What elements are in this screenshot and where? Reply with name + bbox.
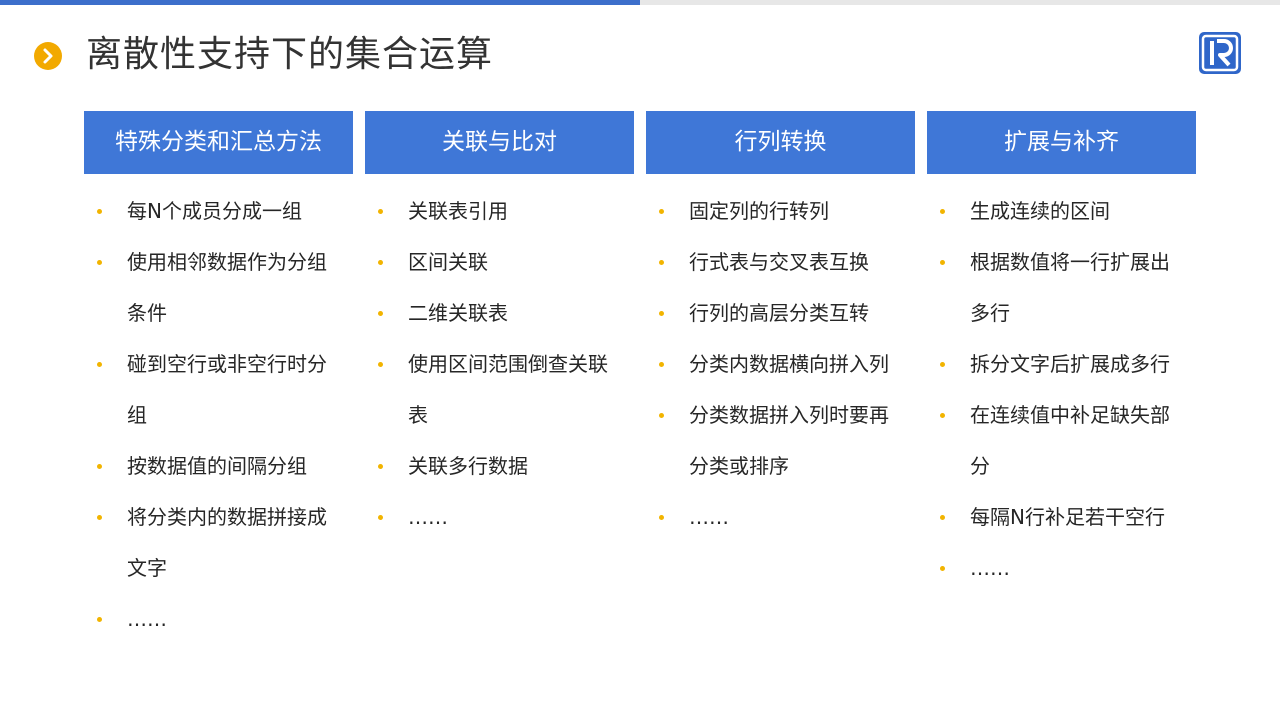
list-item: 关联多行数据 — [365, 441, 634, 492]
bullet-dot — [659, 515, 664, 520]
column-expand-fill: 扩展与补齐 生成连续的区间 根据数值将一行扩展出多行 拆分文字后扩展成多行 在连… — [927, 111, 1196, 594]
bullet-dot — [659, 260, 664, 265]
bullet-dot — [97, 260, 102, 265]
bullet-dot — [940, 413, 945, 418]
list-item-text: 碰到空行或非空行时分组 — [127, 352, 327, 427]
list-item-text: 将分类内的数据拼接成文字 — [127, 505, 327, 580]
column-association: 关联与比对 关联表引用 区间关联 二维关联表 使用区间范围倒查关联表 关联多行数… — [365, 111, 634, 543]
list-item-text: 区间关联 — [408, 250, 488, 274]
bullet-dot — [940, 566, 945, 571]
bullet-dot — [97, 617, 102, 622]
list-item: …… — [927, 543, 1196, 594]
list-item-text: 分类内数据横向拼入列 — [689, 352, 889, 376]
list-item: 二维关联表 — [365, 288, 634, 339]
list-item: 分类数据拼入列时要再分类或排序 — [646, 390, 915, 492]
list-item-text: …… — [408, 505, 448, 529]
list-item: …… — [646, 492, 915, 543]
list-item: 将分类内的数据拼接成文字 — [84, 492, 353, 594]
list-item-text: 关联多行数据 — [408, 454, 528, 478]
bullet-dot — [659, 362, 664, 367]
list-item-text: 关联表引用 — [408, 199, 508, 223]
bullet-dot — [97, 209, 102, 214]
list-item: …… — [365, 492, 634, 543]
list-item-text: 行式表与交叉表互换 — [689, 250, 869, 274]
list-item-text: …… — [689, 505, 729, 529]
bullet-dot — [940, 515, 945, 520]
list-item-text: 使用区间范围倒查关联表 — [408, 352, 608, 427]
list-item: 在连续值中补足缺失部分 — [927, 390, 1196, 492]
list-item: 碰到空行或非空行时分组 — [84, 339, 353, 441]
bullet-dot — [940, 209, 945, 214]
column-row-column-transform: 行列转换 固定列的行转列 行式表与交叉表互换 行列的高层分类互转 分类内数据横向… — [646, 111, 915, 543]
list-item: 按数据值的间隔分组 — [84, 441, 353, 492]
list-item-text: 固定列的行转列 — [689, 199, 829, 223]
bullet-dot — [97, 464, 102, 469]
bullet-dot — [659, 311, 664, 316]
list-item: 行列的高层分类互转 — [646, 288, 915, 339]
column-header: 扩展与补齐 — [927, 111, 1196, 174]
list-item: 生成连续的区间 — [927, 186, 1196, 237]
bullet-dot — [378, 362, 383, 367]
list-item: 区间关联 — [365, 237, 634, 288]
list-item: 关联表引用 — [365, 186, 634, 237]
chevron-right-circle-icon — [34, 42, 62, 70]
list-item-text: 按数据值的间隔分组 — [127, 454, 307, 478]
list-item: 使用相邻数据作为分组条件 — [84, 237, 353, 339]
bullet-list: 关联表引用 区间关联 二维关联表 使用区间范围倒查关联表 关联多行数据 …… — [365, 186, 634, 543]
list-item-text: …… — [127, 607, 167, 631]
bullet-dot — [378, 515, 383, 520]
bullet-dot — [97, 362, 102, 367]
list-item-text: 拆分文字后扩展成多行 — [970, 352, 1170, 376]
page-title: 离散性支持下的集合运算 — [86, 34, 494, 75]
r-logo-icon — [1199, 32, 1241, 74]
list-item-text: 分类数据拼入列时要再分类或排序 — [689, 403, 889, 478]
bullet-dot — [378, 311, 383, 316]
list-item-text: 行列的高层分类互转 — [689, 301, 869, 325]
bullet-dot — [940, 362, 945, 367]
list-item-text: …… — [970, 556, 1010, 580]
list-item-text: 每隔N行补足若干空行 — [970, 505, 1165, 529]
bullet-list: 每N个成员分成一组 使用相邻数据作为分组条件 碰到空行或非空行时分组 按数据值的… — [84, 186, 353, 645]
bullet-dot — [659, 209, 664, 214]
bullet-list: 固定列的行转列 行式表与交叉表互换 行列的高层分类互转 分类内数据横向拼入列 分… — [646, 186, 915, 543]
column-header: 关联与比对 — [365, 111, 634, 174]
list-item-text: 使用相邻数据作为分组条件 — [127, 250, 327, 325]
bullet-dot — [940, 260, 945, 265]
list-item-text: 根据数值将一行扩展出多行 — [970, 250, 1170, 325]
bullet-list: 生成连续的区间 根据数值将一行扩展出多行 拆分文字后扩展成多行 在连续值中补足缺… — [927, 186, 1196, 594]
list-item-text: 每N个成员分成一组 — [127, 199, 302, 223]
bullet-dot — [97, 515, 102, 520]
list-item-text: 二维关联表 — [408, 301, 508, 325]
list-item: 固定列的行转列 — [646, 186, 915, 237]
list-item: 分类内数据横向拼入列 — [646, 339, 915, 390]
list-item: …… — [84, 594, 353, 645]
list-item: 使用区间范围倒查关联表 — [365, 339, 634, 441]
list-item: 每N个成员分成一组 — [84, 186, 353, 237]
top-accent-bar — [0, 0, 640, 5]
bullet-dot — [378, 260, 383, 265]
column-header: 特殊分类和汇总方法 — [84, 111, 353, 174]
bullet-dot — [378, 209, 383, 214]
list-item: 行式表与交叉表互换 — [646, 237, 915, 288]
list-item: 根据数值将一行扩展出多行 — [927, 237, 1196, 339]
list-item: 拆分文字后扩展成多行 — [927, 339, 1196, 390]
column-header: 行列转换 — [646, 111, 915, 174]
list-item-text: 生成连续的区间 — [970, 199, 1110, 223]
bullet-dot — [378, 464, 383, 469]
list-item: 每隔N行补足若干空行 — [927, 492, 1196, 543]
list-item-text: 在连续值中补足缺失部分 — [970, 403, 1170, 478]
bullet-dot — [659, 413, 664, 418]
top-grey-bar — [640, 0, 1280, 5]
column-special-grouping: 特殊分类和汇总方法 每N个成员分成一组 使用相邻数据作为分组条件 碰到空行或非空… — [84, 111, 353, 645]
